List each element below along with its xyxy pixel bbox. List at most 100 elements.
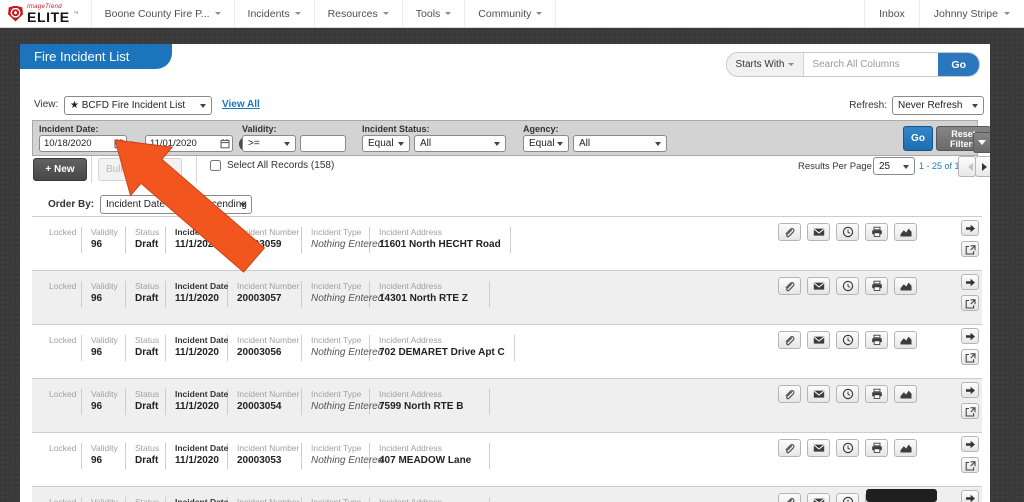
calendar-icon[interactable]: [114, 138, 124, 149]
menu-tools[interactable]: Tools: [403, 0, 466, 27]
history-clock-icon[interactable]: [836, 493, 859, 502]
filter-more-button[interactable]: [973, 132, 990, 153]
previous-page-button[interactable]: [958, 156, 976, 177]
validity-operator-select[interactable]: >=: [242, 135, 296, 152]
history-clock-icon[interactable]: [836, 277, 859, 295]
refresh-select[interactable]: Never Refresh: [892, 96, 984, 115]
incident-row[interactable]: Locked Validity96 StatusDraft Incident D…: [32, 433, 982, 487]
incident-number-cell: Incident Number20003054: [228, 389, 302, 415]
email-icon[interactable]: [807, 331, 830, 349]
incident-number-cell: Incident Number20003056: [228, 335, 302, 361]
row-side-actions: [961, 328, 979, 365]
incident-date-cell: Incident Date11/1/2020: [166, 281, 228, 307]
view-select[interactable]: ★ BCFD Fire Incident List: [64, 96, 212, 115]
locked-cell: Locked: [40, 443, 82, 469]
incident-row[interactable]: Locked Validity96 StatusDraft Incident D…: [32, 379, 982, 433]
email-icon[interactable]: [807, 223, 830, 241]
history-clock-icon[interactable]: [836, 439, 859, 457]
open-record-arrow-icon[interactable]: [961, 274, 979, 290]
history-clock-icon[interactable]: [836, 223, 859, 241]
print-icon[interactable]: [865, 385, 888, 403]
status-value-select[interactable]: All: [414, 135, 506, 152]
agency-filter-label: Agency:: [523, 124, 559, 134]
print-icon[interactable]: [865, 223, 888, 241]
menu-incidents[interactable]: Incidents: [235, 0, 315, 27]
date-range-to-label: to: [131, 139, 139, 149]
attachment-icon[interactable]: [778, 385, 801, 403]
next-page-button[interactable]: [975, 156, 990, 177]
external-link-icon[interactable]: [961, 241, 979, 257]
attachment-icon[interactable]: [778, 439, 801, 457]
row-actions: [778, 439, 917, 457]
order-field-select[interactable]: Incident Date: [100, 195, 182, 214]
calendar-icon[interactable]: [220, 138, 230, 149]
status-operator-select[interactable]: Equal: [362, 135, 410, 152]
attachment-icon[interactable]: [778, 331, 801, 349]
agency-value-select[interactable]: All: [573, 135, 667, 152]
menu-resources[interactable]: Resources: [315, 0, 403, 27]
content-panel: Fire Incident List Starts With Go View: …: [20, 44, 990, 502]
email-icon[interactable]: [807, 439, 830, 457]
attachment-icon[interactable]: [778, 277, 801, 295]
search-go-button[interactable]: Go: [938, 53, 979, 76]
inbox-link[interactable]: Inbox: [864, 0, 919, 27]
open-record-arrow-icon[interactable]: [961, 490, 979, 502]
print-icon[interactable]: [865, 277, 888, 295]
menu-agency[interactable]: Boone County Fire P...: [92, 0, 235, 27]
order-direction-select[interactable]: Descending: [188, 195, 252, 214]
validity-cell: Validity96: [82, 227, 126, 253]
email-icon[interactable]: [807, 385, 830, 403]
chevron-down-icon: [445, 12, 451, 18]
validity-filter-label: Validity:: [242, 124, 277, 134]
chart-area-icon[interactable]: [894, 385, 917, 403]
print-icon[interactable]: [865, 439, 888, 457]
incident-type-cell: Incident TypeNothing Entered: [302, 281, 370, 307]
select-all-checkbox[interactable]: [210, 160, 221, 171]
open-record-arrow-icon[interactable]: [961, 328, 979, 344]
elite-logo[interactable]: ImageTrend ELITE ™: [0, 0, 92, 27]
open-record-arrow-icon[interactable]: [961, 382, 979, 398]
incident-row[interactable]: Locked Validity96 StatusDraft Incident D…: [32, 325, 982, 379]
search-input[interactable]: [804, 53, 938, 76]
chart-area-icon[interactable]: [894, 223, 917, 241]
incident-row[interactable]: Locked Validity96 StatusDraft Incident D…: [32, 271, 982, 325]
new-incident-button[interactable]: + New: [33, 158, 87, 181]
chevron-down-icon: [536, 12, 542, 18]
incident-number-cell: Incident Number: [228, 497, 302, 502]
chart-area-icon[interactable]: [894, 439, 917, 457]
external-link-icon[interactable]: [961, 349, 979, 365]
user-menu[interactable]: Johnny Stripe: [919, 0, 1024, 27]
view-all-link[interactable]: View All: [222, 99, 260, 110]
external-link-icon[interactable]: [961, 403, 979, 419]
validity-cell: Validity96: [82, 443, 126, 469]
filter-go-button[interactable]: Go: [903, 126, 933, 151]
validity-value-input[interactable]: [300, 135, 346, 152]
external-link-icon[interactable]: [961, 457, 979, 473]
incident-type-cell: Incident Type: [302, 497, 370, 502]
results-per-page-select[interactable]: 25: [873, 157, 915, 175]
incident-row[interactable]: Locked Validity96 StatusDraft Incident D…: [32, 217, 982, 271]
chart-area-icon[interactable]: [894, 277, 917, 295]
email-icon[interactable]: [807, 277, 830, 295]
chevron-down-icon: [383, 12, 389, 18]
external-link-icon[interactable]: [961, 295, 979, 311]
chart-area-icon[interactable]: [894, 331, 917, 349]
open-record-arrow-icon[interactable]: [961, 436, 979, 452]
row-actions: [778, 385, 917, 403]
search-mode-select[interactable]: Starts With: [727, 53, 805, 76]
history-clock-icon[interactable]: [836, 331, 859, 349]
print-icon[interactable]: [865, 331, 888, 349]
locked-cell: Locked: [40, 227, 82, 253]
incident-date-cell: Incident Date11/1/2020: [166, 227, 228, 253]
select-all-label: Select All Records (158): [227, 160, 334, 171]
open-record-arrow-icon[interactable]: [961, 220, 979, 236]
attachment-icon[interactable]: [778, 493, 801, 502]
email-icon[interactable]: [807, 493, 830, 502]
incident-row[interactable]: Locked Validity Status Incident Date Inc…: [32, 487, 982, 502]
menu-community[interactable]: Community: [465, 0, 556, 27]
validity-cell: Validity96: [82, 281, 126, 307]
agency-operator-select[interactable]: Equal: [523, 135, 569, 152]
attachment-icon[interactable]: [778, 223, 801, 241]
view-label: View:: [34, 99, 58, 110]
history-clock-icon[interactable]: [836, 385, 859, 403]
